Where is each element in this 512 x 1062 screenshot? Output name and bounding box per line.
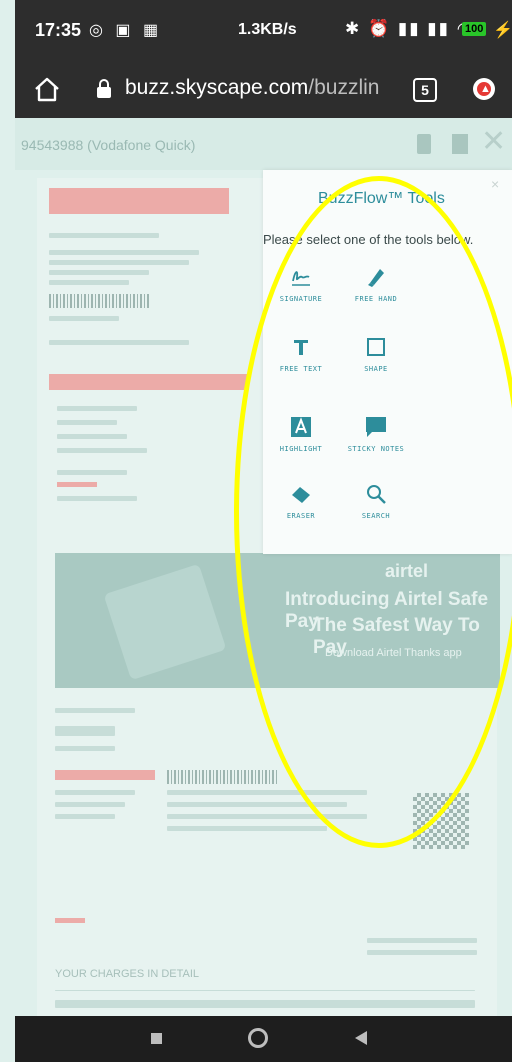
text-line [49,316,119,321]
text-line [57,406,137,411]
text-line [367,950,477,955]
close-icon[interactable]: ✕ [481,124,506,159]
text-line [167,790,367,795]
highlight-icon [291,417,311,437]
square-icon [367,338,385,356]
charges-heading: YOUR CHARGES IN DETAIL [55,968,200,980]
url-host: buzz.skyscape.com [125,76,309,99]
text-line [49,270,149,275]
text-icon [294,340,308,355]
home-button[interactable] [248,1028,268,1048]
section-header [49,188,229,214]
arrow-up-icon: ▲ [480,83,491,95]
tool-label: STICKY NOTES [347,445,405,453]
text-line [49,260,189,265]
tool-free-hand[interactable]: FREE HAND [341,265,411,303]
airtel-logo: airtel [385,561,429,581]
table-header [55,1000,475,1008]
tools-panel: × BuzzFlow™ Tools Please select one of t… [263,170,512,554]
text-line [55,814,115,819]
marker-icon [368,269,384,287]
text-line [57,420,117,425]
text-line [55,802,125,807]
barcode [167,770,277,784]
text-line [55,708,135,713]
panel-subtitle: Please select one of the tools below. [263,232,474,247]
recents-button[interactable] [151,1033,162,1044]
signature-image [55,726,115,736]
banner-cta: Download Airtel Thanks app [325,647,462,659]
tool-label: FREE TEXT [279,365,323,373]
update-button[interactable]: ▲ [473,78,495,100]
home-icon[interactable] [32,74,62,104]
text-line [57,434,127,439]
barcode [49,294,149,308]
tool-sticky-notes[interactable]: STICKY NOTES [341,415,411,453]
highlight-line [55,918,85,923]
page-viewport[interactable]: 94543988 (Vodafone Quick) ✕ airtel Intro… [15,118,512,1016]
highlight-line [57,482,97,487]
back-button[interactable] [355,1031,367,1045]
text-line [57,448,147,453]
text-line [49,233,159,238]
panel-title: BuzzFlow™ Tools [318,190,445,207]
text-line [57,470,127,475]
charging-icon: ⚡ [493,22,512,39]
text-line [49,340,189,345]
text-line [167,814,367,819]
document-header: 94543988 (Vodafone Quick) ✕ [15,118,512,170]
address-bar[interactable]: buzz.skyscape.com/buzzlin [125,76,379,100]
section-header [49,374,249,390]
tool-label: ERASER [286,512,316,520]
text-line [57,496,137,501]
speech-bubble-icon [366,417,386,437]
tool-label: SIGNATURE [279,295,323,303]
eraser-icon [292,487,310,503]
save-icon[interactable] [452,134,468,154]
signature-icon [292,271,310,286]
text-line [49,280,129,285]
tool-search[interactable]: SEARCH [341,482,411,520]
qr-code [413,793,469,849]
tool-eraser[interactable]: ERASER [266,482,336,520]
text-line [167,826,327,831]
url-path: /buzzlin [308,76,380,99]
signal-icons: ✱ ⏰ ▮▮ ▮▮ ◠ [345,19,474,38]
divider [55,990,475,991]
phone-illustration [103,563,227,681]
status-bar: 17:35 ◎ ▣ ▦ 1.3KB/s ✱ ⏰ ▮▮ ▮▮ ◠ 100 ⚡ [15,0,512,62]
text-line [367,938,477,943]
search-icon [367,485,386,504]
system-nav-bar [15,1016,512,1062]
battery-icon: 100 [462,22,487,36]
text-line [55,790,135,795]
lock-icon [97,79,111,98]
text-line [55,746,115,751]
phone-screen: 17:35 ◎ ▣ ▦ 1.3KB/s ✱ ⏰ ▮▮ ▮▮ ◠ 100 ⚡ bu… [15,0,512,1062]
text-line [49,250,199,255]
tool-highlight[interactable]: HIGHLIGHT [266,415,336,453]
section-header [55,770,155,780]
tool-label: SHAPE [364,365,388,373]
tool-label: SEARCH [361,512,391,520]
tab-switcher-button[interactable]: 5 [413,78,437,102]
browser-toolbar: buzz.skyscape.com/buzzlin 5 ▲ [15,62,512,118]
download-icon[interactable] [417,134,431,154]
text-line [167,802,347,807]
tool-label: HIGHLIGHT [279,445,323,453]
network-rate: 1.3KB/s [238,21,297,38]
panel-close-icon[interactable]: × [491,176,499,192]
tool-shape[interactable]: SHAPE [341,335,411,373]
status-time: 17:35 [35,20,82,40]
promo-banner[interactable]: airtel Introducing Airtel Safe Pay The S… [55,553,500,688]
tool-free-text[interactable]: FREE TEXT [266,335,336,373]
tool-signature[interactable]: SIGNATURE [266,265,336,303]
notification-icons: ◎ ▣ ▦ [89,22,163,39]
tool-label: FREE HAND [354,295,398,303]
document-title: 94543988 (Vodafone Quick) [21,137,196,153]
